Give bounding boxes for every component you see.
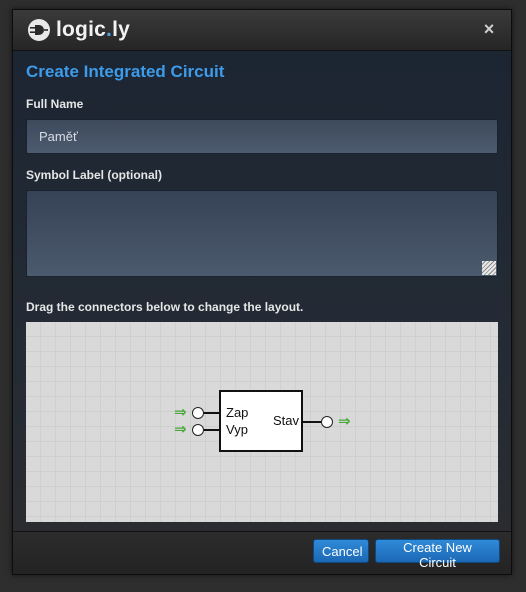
symbol-label-label: Symbol Label (optional) (26, 168, 163, 182)
output-label-stav: Stav (273, 413, 300, 428)
full-name-label: Full Name (26, 97, 84, 111)
right-arrow-icon: ⇒ (174, 421, 187, 438)
output-wire-stav (303, 421, 321, 423)
app-logo: logic.ly (27, 18, 130, 42)
full-name-input[interactable] (26, 119, 498, 154)
create-new-circuit-button[interactable]: Create New Circuit (375, 539, 500, 570)
resize-grip-icon[interactable] (482, 261, 496, 275)
input-wire-vyp (204, 429, 220, 431)
layout-hint: Drag the connectors below to change the … (26, 300, 304, 314)
dialog-footer: Cancel Create New Circuit (13, 531, 511, 574)
logic-gate-plug-icon (28, 19, 50, 41)
dialog-titlebar: logic.ly × (13, 10, 511, 51)
create-ic-dialog: logic.ly × Create Integrated Circuit Ful… (12, 9, 512, 575)
right-arrow-icon: ⇒ (174, 404, 187, 421)
integrated-circuit-chip[interactable]: Zap Vyp Stav (219, 390, 303, 452)
output-connector-stav[interactable] (321, 416, 333, 428)
layout-canvas[interactable]: ⇒ ⇒ Zap Vyp Stav ⇒ (26, 322, 498, 522)
app-name: logic.ly (56, 18, 130, 41)
right-arrow-icon: ⇒ (338, 413, 351, 430)
input-connector-vyp[interactable] (192, 424, 204, 436)
input-label-vyp: Vyp (226, 422, 248, 437)
input-label-zap: Zap (226, 405, 249, 420)
input-wire-zap (204, 412, 220, 414)
dialog-body: Create Integrated Circuit Full Name Symb… (13, 51, 511, 533)
dialog-title: Create Integrated Circuit (26, 62, 225, 81)
cancel-button[interactable]: Cancel (313, 539, 369, 563)
close-icon[interactable]: × (479, 19, 499, 39)
symbol-label-textarea[interactable] (26, 190, 498, 277)
input-connector-zap[interactable] (192, 407, 204, 419)
